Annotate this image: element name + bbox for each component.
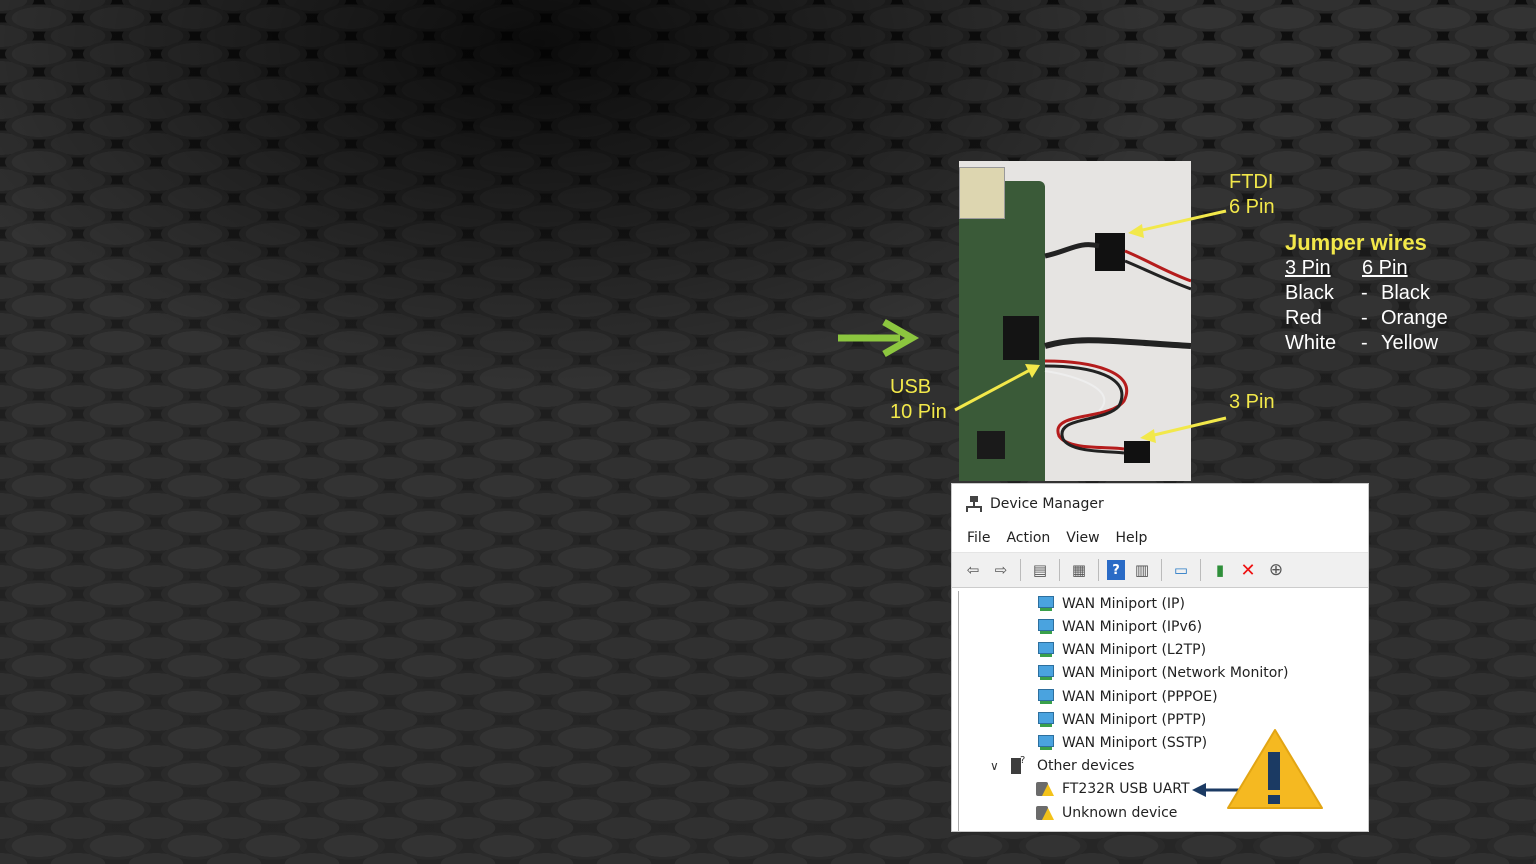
warning-triangle-icon: [1227, 729, 1323, 809]
warning-callout: [1192, 729, 1323, 809]
